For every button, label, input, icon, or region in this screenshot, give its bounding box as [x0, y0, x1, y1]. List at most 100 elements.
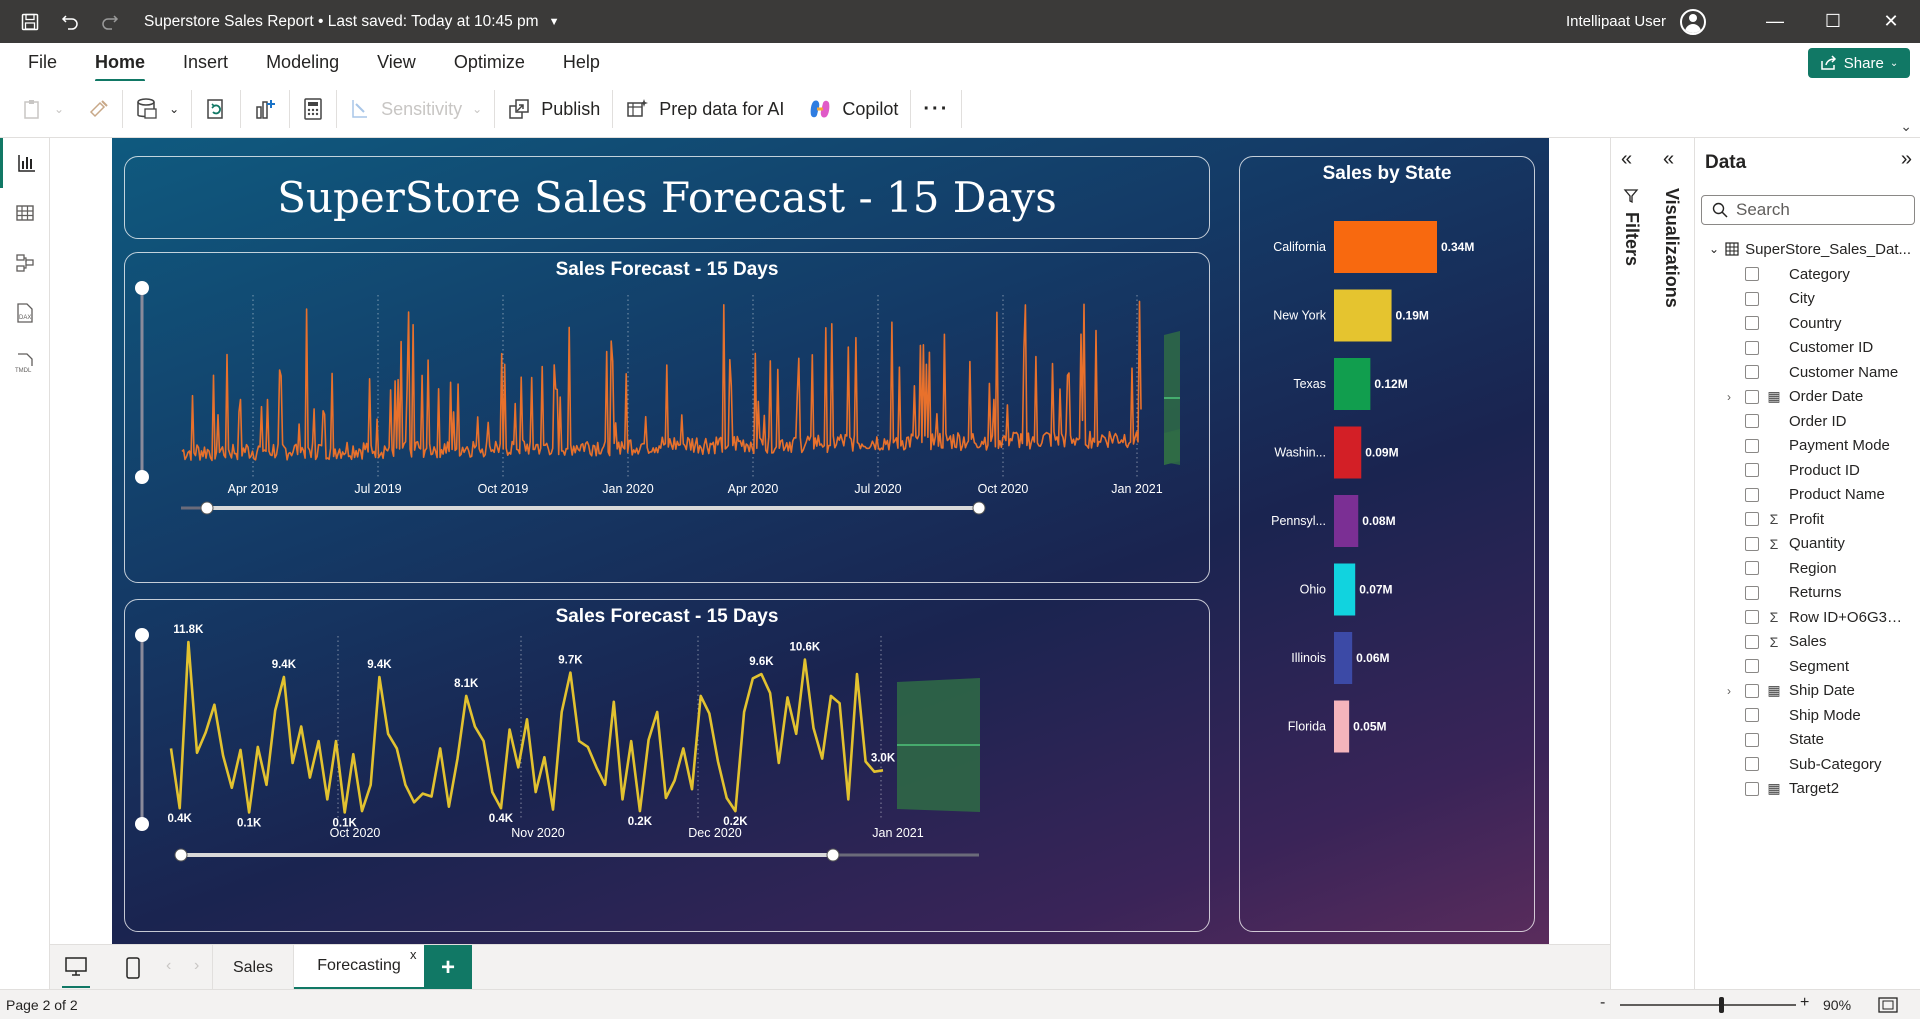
menu-help[interactable]: Help — [563, 52, 600, 73]
publish-label: Publish — [541, 98, 601, 119]
minimize-icon[interactable]: — — [1746, 11, 1804, 32]
sales-by-state-chart[interactable]: Sales by State California 0.34M New York 0.… — [1239, 156, 1535, 932]
field-checkbox[interactable] — [1745, 291, 1759, 306]
expand-chevron-icon[interactable]: › — [1719, 684, 1739, 698]
menu-modeling[interactable]: Modeling — [266, 52, 339, 73]
field-checkbox[interactable] — [1745, 659, 1759, 673]
chart2-data-label: 3.0K — [871, 752, 896, 764]
maximize-icon[interactable]: ☐ — [1804, 11, 1862, 32]
page-indicator: Page 2 of 2 — [6, 997, 78, 1013]
filters-pane-label[interactable]: Filters — [1621, 212, 1642, 266]
state-bar — [1334, 221, 1437, 273]
sensitivity-button[interactable]: Sensitivity ⌄ — [337, 89, 494, 129]
close-icon[interactable]: ✕ — [1862, 11, 1920, 32]
format-painter-button[interactable] — [76, 89, 122, 129]
new-measure-button[interactable] — [290, 89, 336, 129]
page-tab-forecasting[interactable]: Forecasting — [294, 945, 424, 990]
report-view-icon[interactable] — [0, 138, 50, 188]
undo-icon[interactable] — [60, 12, 80, 32]
search-input[interactable]: Search — [1701, 195, 1915, 225]
field-checkbox[interactable] — [1745, 487, 1759, 502]
refresh-button[interactable] — [192, 89, 240, 129]
desktop-layout-icon[interactable] — [64, 957, 88, 977]
fit-to-page-icon[interactable] — [1878, 996, 1898, 1014]
visualizations-pane-label[interactable]: Visualizations — [1661, 188, 1682, 308]
prep-data-button[interactable]: Prep data for AI — [613, 89, 796, 129]
chart2-data-label: 0.1K — [333, 818, 358, 830]
data-pane-expand-icon[interactable]: » — [1901, 148, 1912, 171]
format-painter-icon — [90, 100, 108, 118]
visualizations-collapse-icon[interactable]: « — [1663, 148, 1674, 171]
state-category-label: Illinois — [1291, 651, 1326, 665]
refresh-icon — [207, 99, 223, 119]
get-data-chevron-icon: ⌄ — [169, 102, 180, 116]
field-checkbox[interactable] — [1745, 757, 1759, 771]
page-tab-sales[interactable]: Sales — [212, 945, 294, 990]
menu-file[interactable]: File — [28, 52, 57, 73]
field-checkbox[interactable] — [1745, 316, 1759, 330]
prev-page-icon[interactable]: ‹ — [166, 957, 171, 975]
field-checkbox[interactable] — [1745, 683, 1759, 698]
table-name: SuperStore_Sales_Dat... — [1745, 240, 1911, 258]
menu-home[interactable]: Home — [95, 52, 146, 82]
filters-collapse-icon[interactable]: « — [1621, 148, 1632, 171]
redo-icon[interactable] — [100, 12, 120, 32]
data-pane-title: Data — [1705, 152, 1747, 173]
model-view-icon[interactable] — [0, 238, 50, 288]
field-checkbox[interactable] — [1745, 414, 1759, 428]
field-checkbox[interactable] — [1745, 708, 1759, 722]
add-page-button[interactable]: + — [424, 945, 472, 990]
dax-query-view-icon[interactable]: DAX — [0, 288, 50, 338]
close-page-tab-icon[interactable]: x — [410, 947, 417, 962]
menu-view[interactable]: View — [377, 52, 416, 73]
next-page-icon[interactable]: › — [194, 957, 199, 975]
get-data-button[interactable]: ⌄ — [123, 89, 191, 129]
field-checkbox[interactable] — [1745, 365, 1759, 379]
more-options-button[interactable]: ··· — [911, 89, 961, 129]
menu-optimize[interactable]: Optimize — [454, 52, 525, 73]
field-checkbox[interactable] — [1745, 438, 1759, 453]
field-checkbox[interactable] — [1745, 610, 1759, 624]
save-icon[interactable] — [20, 12, 40, 32]
field-checkbox[interactable] — [1745, 512, 1759, 526]
forecast-chart-zoomed[interactable]: Sales Forecast - 15 Days Oct 2020 Nov 202… — [124, 599, 1210, 932]
zoom-slider[interactable] — [1620, 1004, 1796, 1006]
field-checkbox[interactable] — [1745, 634, 1759, 649]
field-checkbox[interactable] — [1745, 585, 1759, 600]
tmdl-view-icon[interactable]: TMDL — [0, 338, 50, 388]
document-title[interactable]: Superstore Sales Report • Last saved: To… — [144, 13, 539, 31]
paste-button[interactable]: ⌄ — [0, 89, 76, 129]
new-visual-button[interactable] — [241, 89, 289, 129]
share-button[interactable]: Share ⌄ — [1808, 48, 1910, 78]
field-checkbox[interactable] — [1745, 267, 1759, 281]
field-checkbox[interactable] — [1745, 561, 1759, 575]
publish-button[interactable]: Publish — [495, 89, 612, 129]
state-category-label: California — [1273, 240, 1326, 254]
title-chevron-down-icon[interactable]: ▼ — [549, 16, 560, 28]
zoom-out-button[interactable]: - — [1600, 994, 1605, 1012]
chart2-data-label: 9.7K — [558, 655, 583, 667]
field-item[interactable]: ▦ Target2 — [1695, 774, 1920, 804]
field-checkbox[interactable] — [1745, 536, 1759, 551]
copilot-button[interactable]: Copilot — [796, 89, 910, 129]
zoom-slider-handle[interactable] — [1719, 997, 1724, 1013]
ribbon-collapse-icon[interactable]: ⌄ — [1900, 118, 1912, 135]
forecast-chart-full[interactable]: Sales Forecast - 15 Days Apr 2019 Jul 201… — [124, 252, 1210, 583]
page-tabs-bar: ‹ › Sales Forecasting x + — [50, 944, 1610, 990]
field-checkbox[interactable] — [1745, 340, 1759, 355]
share-label: Share — [1843, 54, 1884, 72]
menu-insert[interactable]: Insert — [183, 52, 228, 73]
field-checkbox[interactable] — [1745, 781, 1759, 796]
zoom-in-button[interactable]: + — [1800, 994, 1809, 1012]
chart2-data-label: 0.2K — [723, 816, 748, 828]
mobile-layout-icon[interactable] — [126, 957, 140, 979]
vertical-slider-handle-top — [135, 281, 149, 295]
field-checkbox[interactable] — [1745, 732, 1759, 747]
table-view-icon[interactable] — [0, 188, 50, 238]
chart1-x-tick-label: Jul 2019 — [354, 482, 401, 496]
zoom-level[interactable]: 90% — [1823, 997, 1851, 1013]
avatar[interactable] — [1680, 8, 1706, 35]
field-checkbox[interactable] — [1745, 463, 1759, 477]
field-checkbox[interactable] — [1745, 389, 1759, 404]
expand-chevron-icon[interactable]: › — [1719, 390, 1739, 404]
